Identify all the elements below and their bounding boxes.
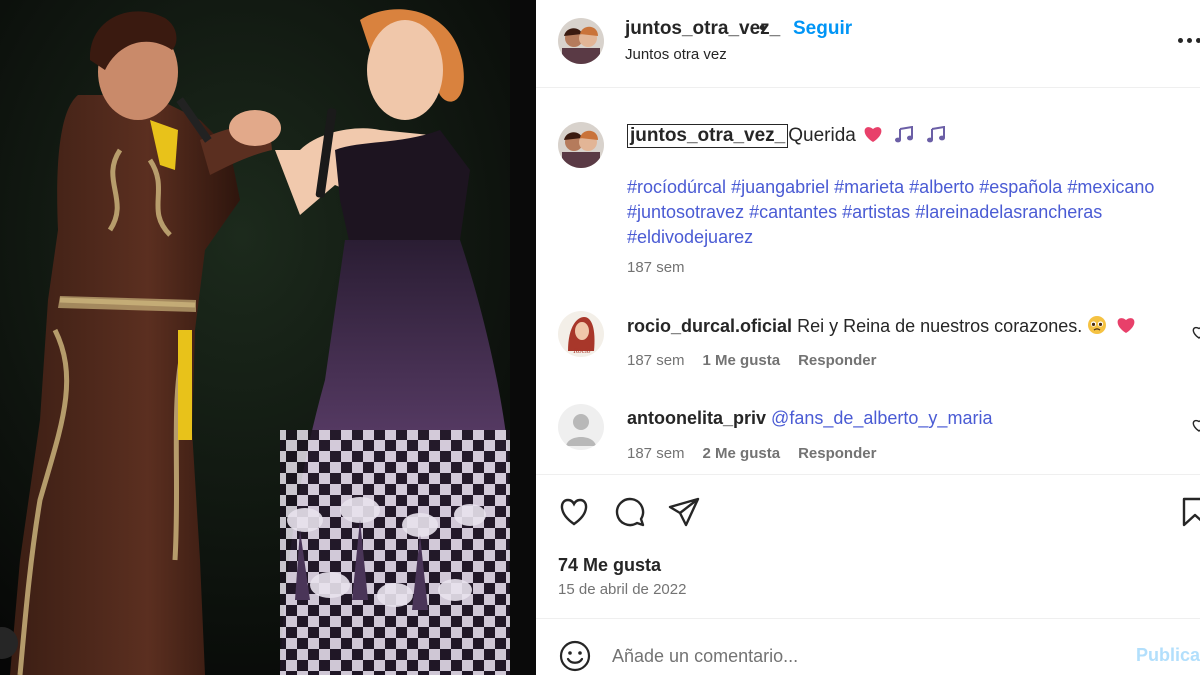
post-photo[interactable] bbox=[0, 0, 536, 675]
caption-author-avatar[interactable] bbox=[558, 122, 604, 168]
comment: antoonelita_priv @fans_de_alberto_y_mari… bbox=[627, 408, 992, 429]
caption: juntos_otra_vez_ Querida bbox=[627, 124, 946, 148]
hashtag-link[interactable]: #juangabriel bbox=[731, 177, 829, 197]
more-horizontal-icon[interactable] bbox=[1178, 38, 1200, 44]
comment-like-icon[interactable] bbox=[1192, 325, 1200, 339]
hashtags: #rocíodúrcal #juangabriel #marieta #alberto… bbox=[627, 175, 1200, 250]
author-username[interactable]: juntos_otra_vez_ bbox=[625, 18, 780, 40]
comment-meta: 187 sem 2 Me gusta Responder bbox=[627, 445, 894, 462]
hashtag-link[interactable]: #artistas bbox=[842, 202, 910, 222]
comment-like-icon[interactable] bbox=[1192, 418, 1200, 432]
comment-username[interactable]: rocio_durcal.oficial bbox=[627, 316, 792, 336]
hashtag-link[interactable]: #rocíodúrcal bbox=[627, 177, 726, 197]
hashtag-link[interactable]: #eldivodejuarez bbox=[627, 227, 753, 247]
heart-icon[interactable] bbox=[557, 495, 591, 529]
hashtag-link[interactable]: #alberto bbox=[909, 177, 974, 197]
comment-mention[interactable]: @fans_de_alberto_y_maria bbox=[771, 408, 992, 428]
caption-timestamp[interactable]: 187 sem bbox=[627, 259, 685, 276]
likes-count[interactable]: 74 Me gusta bbox=[558, 555, 661, 576]
hashtag-link[interactable]: #lareinadelasrancheras bbox=[915, 202, 1102, 222]
reply-button[interactable]: Responder bbox=[798, 445, 876, 462]
heart-emoji bbox=[864, 127, 882, 142]
comment-icon[interactable] bbox=[613, 495, 647, 529]
hashtag-link[interactable]: #marieta bbox=[834, 177, 904, 197]
emoji-icon[interactable] bbox=[558, 639, 592, 673]
bookmark-icon[interactable] bbox=[1178, 495, 1200, 529]
comment: rocio_durcal.oficial Rei y Reina de nues… bbox=[627, 315, 1136, 337]
comment-timestamp[interactable]: 187 sem bbox=[627, 352, 685, 369]
post-details-panel: juntos_otra_vez_ • Seguir Juntos otra ve… bbox=[536, 0, 1200, 675]
comment-likes[interactable]: 2 Me gusta bbox=[703, 445, 781, 462]
author-avatar[interactable] bbox=[558, 18, 604, 64]
comment-input[interactable] bbox=[612, 641, 1112, 671]
follow-button[interactable]: Seguir bbox=[793, 18, 852, 40]
post-actions: 74 Me gusta 15 de abril de 2022 bbox=[536, 474, 1200, 610]
music-notes-emoji bbox=[895, 126, 914, 143]
commenter-avatar[interactable]: Rocío bbox=[558, 311, 604, 357]
separator-dot: • bbox=[759, 18, 766, 39]
hashtag-link[interactable]: #española bbox=[979, 177, 1062, 197]
comment-timestamp[interactable]: 187 sem bbox=[627, 445, 685, 462]
svg-text:Rocío: Rocío bbox=[572, 348, 590, 355]
heart-emoji bbox=[1117, 318, 1135, 333]
caption-text: Querida bbox=[788, 125, 856, 146]
publish-button[interactable]: Publicar bbox=[1136, 645, 1200, 666]
pleading-face-emoji bbox=[1088, 316, 1107, 334]
hashtag-link[interactable]: #mexicano bbox=[1067, 177, 1154, 197]
comment-likes[interactable]: 1 Me gusta bbox=[703, 352, 781, 369]
comment-text: Rei y Reina de nuestros corazones. bbox=[797, 316, 1083, 336]
hashtag-link[interactable]: #cantantes bbox=[749, 202, 837, 222]
commenter-avatar[interactable] bbox=[558, 404, 604, 450]
hashtag-link[interactable]: #juntosotravez bbox=[627, 202, 744, 222]
post-date: 15 de abril de 2022 bbox=[558, 581, 687, 598]
music-notes-emoji bbox=[926, 126, 945, 143]
reply-button[interactable]: Responder bbox=[798, 352, 876, 369]
caption-username[interactable]: juntos_otra_vez_ bbox=[627, 124, 789, 148]
post-header: juntos_otra_vez_ • Seguir Juntos otra ve… bbox=[536, 0, 1200, 88]
comment-meta: 187 sem 1 Me gusta Responder bbox=[627, 352, 894, 369]
share-icon[interactable] bbox=[667, 495, 701, 529]
concert-photo bbox=[0, 0, 536, 675]
comment-username[interactable]: antoonelita_priv bbox=[627, 408, 766, 428]
post-location[interactable]: Juntos otra vez bbox=[625, 46, 727, 63]
add-comment-bar: Publicar bbox=[536, 618, 1200, 675]
